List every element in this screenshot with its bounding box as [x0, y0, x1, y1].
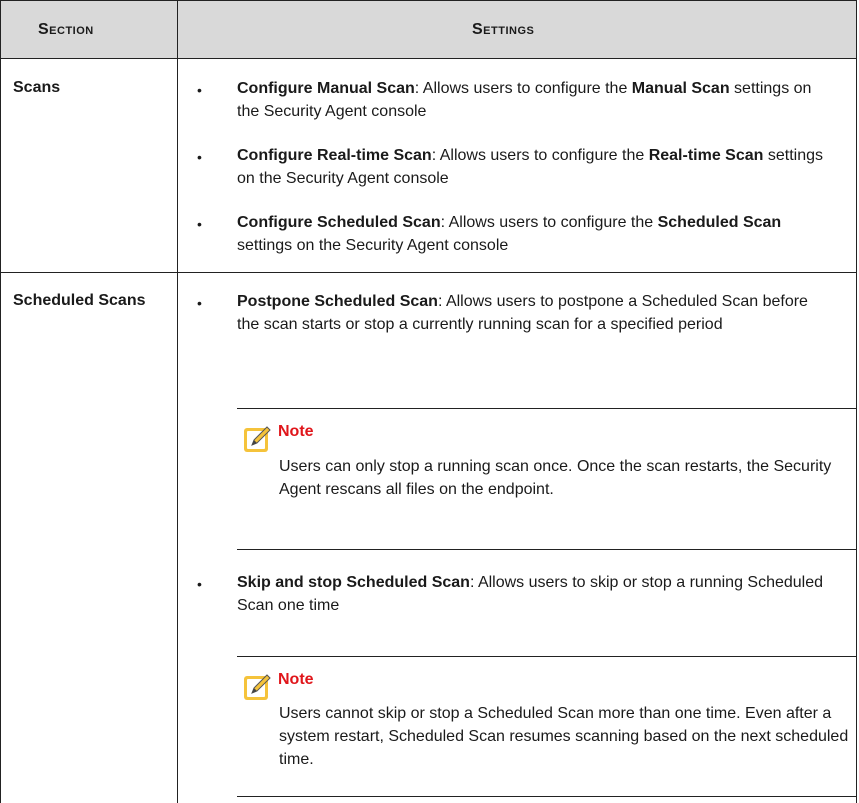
section-label-scheduled-scans: Scheduled Scans — [13, 292, 146, 309]
list-item: Configure Real-time Scan: Allows users t… — [237, 147, 824, 187]
list-item: Configure Scheduled Scan: Allows users t… — [237, 214, 782, 254]
note-rule-top — [237, 408, 857, 409]
note-rule-bottom — [237, 796, 857, 797]
row-divider — [0, 272, 857, 273]
section-label-scans: Scans — [13, 79, 61, 96]
header-divider — [0, 58, 857, 59]
note-rule-top — [237, 656, 857, 657]
column-divider — [177, 0, 178, 803]
list-item: Postpone Scheduled Scan: Allows users to… — [237, 293, 808, 333]
list-item: Configure Manual Scan: Allows users to c… — [237, 80, 812, 120]
header-section: Section — [38, 21, 94, 38]
note-body: Users cannot skip or stop a Scheduled Sc… — [279, 705, 849, 768]
note-icon — [244, 674, 271, 700]
bullet: • — [197, 216, 202, 232]
note-title: Note — [278, 423, 314, 440]
note-rule-bottom — [237, 549, 857, 550]
header-settings: Settings — [472, 21, 535, 38]
settings-table: Section Settings Scans • Configure Manua… — [0, 0, 857, 803]
note-icon — [244, 426, 271, 452]
note-body: Users can only stop a running scan once.… — [279, 458, 832, 498]
table-header — [0, 0, 857, 58]
bullet: • — [197, 82, 202, 98]
table-border-top — [0, 0, 857, 1]
bullet: • — [197, 576, 202, 592]
bullet: • — [197, 149, 202, 165]
bullet: • — [197, 295, 202, 311]
table-border-right — [856, 0, 857, 803]
list-item: Skip and stop Scheduled Scan: Allows use… — [237, 574, 824, 614]
note-title: Note — [278, 671, 314, 688]
table-border-left — [0, 0, 1, 803]
